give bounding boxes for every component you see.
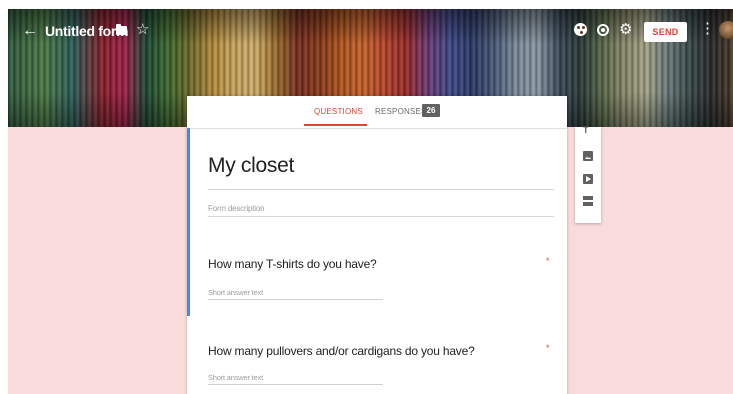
gear-icon[interactable]: ⚙ — [619, 20, 632, 38]
form-editor-page: ← Untitled form ☆ ⚙ SEND ⋮ QUESTIONS RES… — [8, 9, 733, 394]
folder-icon[interactable] — [116, 24, 127, 35]
palette-icon[interactable] — [574, 23, 587, 36]
question-title[interactable]: How many pullovers and/or cardigans do y… — [208, 344, 475, 358]
question-toolbar: T — [575, 125, 601, 223]
section-icon[interactable] — [583, 196, 593, 207]
send-button[interactable]: SEND — [644, 22, 687, 42]
form-tabs: QUESTIONS RESPONSES 26 — [187, 96, 567, 129]
tab-questions[interactable]: QUESTIONS — [314, 107, 363, 116]
answer-underline — [208, 299, 383, 300]
answer-underline — [208, 384, 383, 385]
video-icon[interactable] — [583, 174, 593, 184]
divider — [208, 216, 554, 217]
question-title[interactable]: How many T-shirts do you have? — [208, 257, 377, 271]
form-card: QUESTIONS RESPONSES 26 My closet Form de… — [187, 96, 567, 394]
active-item-indicator — [187, 128, 190, 316]
title-text-icon[interactable]: T — [583, 125, 589, 135]
image-icon[interactable] — [583, 151, 593, 161]
required-mark: * — [546, 256, 550, 266]
divider — [208, 189, 554, 190]
form-description-field[interactable]: Form description — [208, 204, 265, 213]
star-icon[interactable]: ☆ — [136, 20, 149, 38]
avatar[interactable] — [719, 21, 733, 39]
top-app-bar: ← Untitled form ☆ ⚙ SEND ⋮ — [8, 9, 733, 55]
responses-count-badge: 26 — [422, 104, 440, 117]
form-title[interactable]: My closet — [208, 154, 294, 178]
more-vert-icon[interactable]: ⋮ — [700, 21, 715, 36]
tab-responses[interactable]: RESPONSES — [375, 107, 427, 116]
active-tab-indicator — [304, 124, 367, 126]
short-answer-placeholder: Short answer text — [208, 288, 263, 297]
short-answer-placeholder: Short answer text — [208, 373, 263, 382]
eye-icon[interactable] — [597, 24, 609, 36]
required-mark: * — [546, 343, 550, 353]
arrow-back-icon[interactable]: ← — [22, 22, 38, 40]
